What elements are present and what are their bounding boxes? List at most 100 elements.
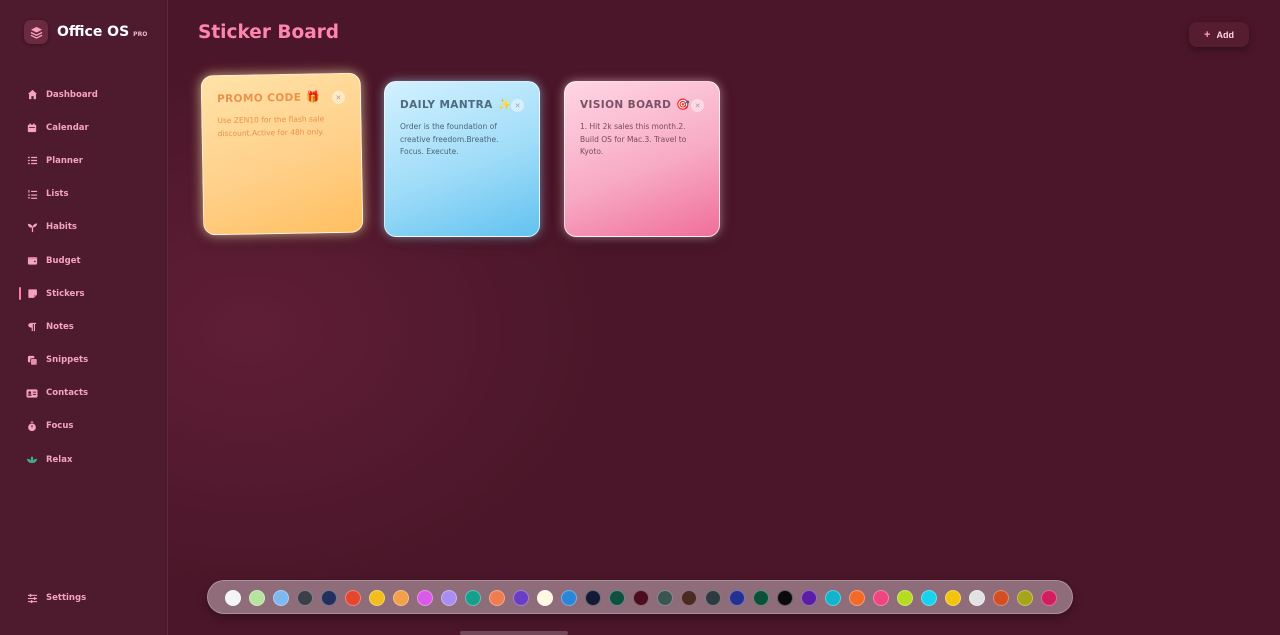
color-swatch[interactable]: [297, 590, 313, 606]
sticker-promo-code[interactable]: PROMO CODE 🎁 ✕ Use ZEN10 for the flash s…: [200, 72, 364, 236]
color-swatch[interactable]: [801, 590, 817, 606]
sidebar-item-label: Focus: [46, 421, 74, 432]
sticker-title: VISION BOARD: [580, 98, 672, 111]
color-swatch[interactable]: [921, 590, 937, 606]
copy-icon: [26, 354, 38, 366]
scrollbar[interactable]: [460, 631, 568, 635]
sticker-vision-board[interactable]: VISION BOARD 🎯 ✕ 1. Hit 2k sales this mo…: [564, 81, 720, 237]
sticker-title: PROMO CODE: [216, 91, 302, 105]
sidebar-item-calendar[interactable]: Calendar: [0, 111, 168, 144]
sidebar-item-label: Snippets: [46, 355, 89, 366]
color-swatch[interactable]: [633, 590, 649, 606]
app-name: Office OS: [57, 24, 130, 40]
sticker-header: VISION BOARD 🎯: [580, 98, 704, 111]
color-swatch[interactable]: [897, 590, 913, 606]
sticker-daily-mantra[interactable]: DAILY MANTRA ✨ ✕ Order is the foundation…: [384, 81, 540, 237]
color-swatch[interactable]: [1017, 590, 1033, 606]
color-swatch[interactable]: [561, 590, 577, 606]
color-swatch[interactable]: [681, 590, 697, 606]
list-icon: [26, 188, 38, 200]
sticker-header: PROMO CODE 🎁: [217, 90, 345, 105]
sidebar-item-label: Calendar: [46, 122, 89, 133]
color-swatch[interactable]: [249, 590, 265, 606]
wallet-icon: [26, 255, 38, 267]
sticker-text[interactable]: Order is the foundation of creative free…: [400, 121, 524, 159]
brand[interactable]: Office OS PRO: [24, 20, 147, 44]
color-swatch[interactable]: [849, 590, 865, 606]
color-swatch[interactable]: [537, 590, 553, 606]
color-swatch[interactable]: [345, 590, 361, 606]
settings-label: Settings: [46, 593, 87, 603]
color-swatch[interactable]: [513, 590, 529, 606]
sidebar-item-label: Contacts: [46, 388, 89, 399]
target-emoji: 🎯: [676, 98, 690, 111]
sidebar-item-settings[interactable]: Settings: [0, 586, 86, 610]
sidebar-item-label: Planner: [46, 155, 83, 166]
sidebar-item-dashboard[interactable]: Dashboard: [0, 78, 168, 111]
planner-icon: [26, 155, 38, 167]
contact-card-icon: [26, 387, 38, 399]
sidebar-item-label: Lists: [46, 189, 69, 200]
sidebar: Office OS PRO Dashboard Calendar Planner: [0, 0, 168, 635]
color-swatch[interactable]: [729, 590, 745, 606]
sidebar-item-relax[interactable]: Relax: [0, 443, 168, 476]
home-icon: [26, 89, 38, 101]
sticker-title: DAILY MANTRA: [400, 98, 493, 111]
color-swatch[interactable]: [225, 590, 241, 606]
calendar-icon: [26, 122, 38, 134]
sidebar-item-contacts[interactable]: Contacts: [0, 377, 168, 410]
close-icon[interactable]: ✕: [511, 99, 524, 112]
sticker-header: DAILY MANTRA ✨: [400, 98, 524, 111]
sidebar-item-focus[interactable]: Focus: [0, 410, 168, 443]
color-swatch[interactable]: [585, 590, 601, 606]
add-button-label: Add: [1216, 29, 1234, 40]
close-icon[interactable]: ✕: [691, 99, 704, 112]
sidebar-item-planner[interactable]: Planner: [0, 144, 168, 177]
color-swatch[interactable]: [465, 590, 481, 606]
add-sticker-button[interactable]: + Add: [1189, 22, 1249, 47]
color-swatch[interactable]: [945, 590, 961, 606]
color-swatch[interactable]: [609, 590, 625, 606]
sticker-text[interactable]: 1. Hit 2k sales this month.2. Build OS f…: [580, 121, 704, 159]
color-swatch[interactable]: [969, 590, 985, 606]
gift-emoji: 🎁: [306, 90, 321, 104]
color-swatch[interactable]: [705, 590, 721, 606]
sidebar-item-label: Relax: [46, 454, 73, 465]
color-swatch[interactable]: [273, 590, 289, 606]
sidebar-item-label: Dashboard: [46, 89, 98, 100]
pro-badge: PRO: [133, 30, 148, 38]
layers-logo-icon: [24, 20, 48, 44]
sidebar-nav: Dashboard Calendar Planner Lists Habits: [0, 78, 168, 476]
sprout-icon: [26, 221, 38, 233]
color-swatch[interactable]: [825, 590, 841, 606]
color-swatch[interactable]: [369, 590, 385, 606]
color-swatch[interactable]: [873, 590, 889, 606]
sidebar-item-habits[interactable]: Habits: [0, 211, 168, 244]
color-swatch[interactable]: [1041, 590, 1057, 606]
lotus-icon: [26, 454, 38, 466]
color-swatch[interactable]: [417, 590, 433, 606]
color-swatch[interactable]: [321, 590, 337, 606]
sidebar-item-stickers[interactable]: Stickers: [0, 277, 168, 310]
sidebar-item-lists[interactable]: Lists: [0, 178, 168, 211]
color-swatch[interactable]: [993, 590, 1009, 606]
color-swatch[interactable]: [441, 590, 457, 606]
color-swatch[interactable]: [393, 590, 409, 606]
sidebar-item-budget[interactable]: Budget: [0, 244, 168, 277]
sidebar-item-snippets[interactable]: Snippets: [0, 344, 168, 377]
sidebar-item-label: Notes: [46, 321, 74, 332]
sticker-icon: [26, 288, 38, 300]
sidebar-item-label: Habits: [46, 222, 77, 233]
timer-icon: [26, 420, 38, 432]
color-swatch[interactable]: [657, 590, 673, 606]
color-palette: [207, 580, 1073, 614]
sparkles-emoji: ✨: [497, 98, 512, 111]
sidebar-item-notes[interactable]: Notes: [0, 310, 168, 343]
sliders-icon: [26, 592, 38, 604]
color-swatch[interactable]: [777, 590, 793, 606]
color-swatch[interactable]: [753, 590, 769, 606]
sticker-text[interactable]: Use ZEN10 for the flash sale discount.Ac…: [217, 113, 345, 140]
paragraph-icon: [26, 321, 38, 333]
color-swatch[interactable]: [489, 590, 505, 606]
sidebar-item-label: Stickers: [46, 288, 85, 299]
